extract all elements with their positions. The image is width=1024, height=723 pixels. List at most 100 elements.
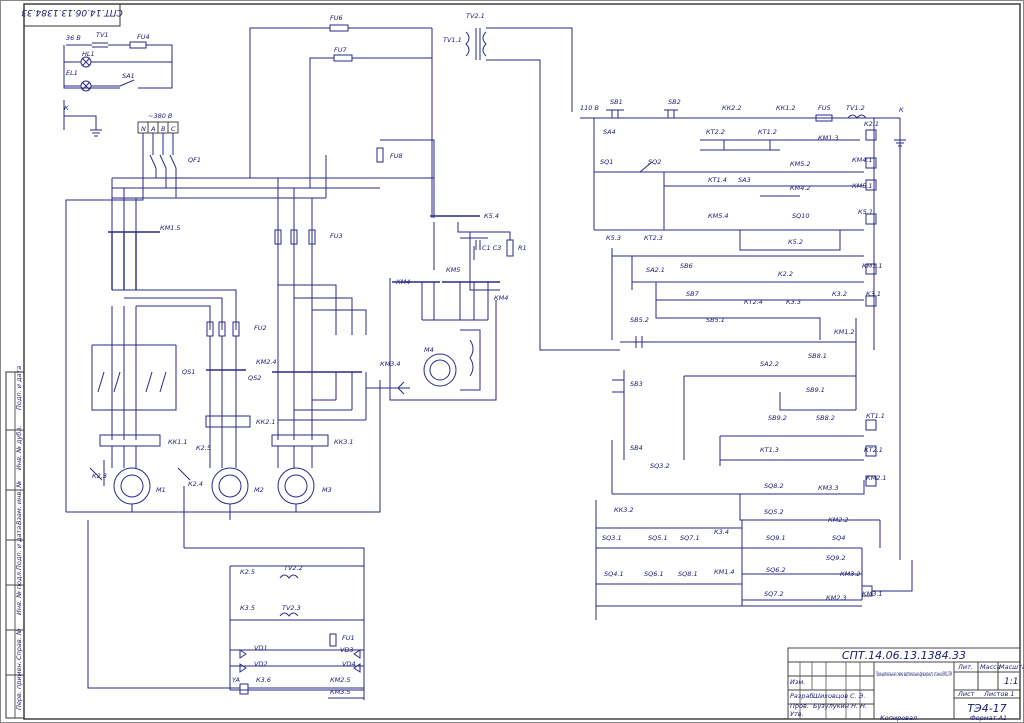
ctrl-km22: КМ2.2 [828,516,849,524]
k54-label: К5.4 [484,212,499,220]
kk21-label: КК2.1 [256,418,276,426]
ctrl-k51: К5.1 [858,208,873,216]
tb-role: Пров. [790,702,809,710]
ctrl-km41: КМ4.1 [852,156,873,164]
fu2-label: FU2 [254,324,267,332]
fu7-label: FU7 [334,46,347,54]
ctrl-sa21: SA2.1 [646,266,665,274]
ctrl-sq82: SQ8.2 [764,482,784,490]
phase-a: A [150,125,155,133]
fu3-label: FU3 [330,232,343,240]
b-vd2: VD2 [254,660,268,668]
ctrl-kt11: КТ1.1 [866,412,885,420]
hl1-label: HL1 [82,50,95,58]
ctrl-kt23: КТ2.3 [644,234,663,242]
tb-row-izm: Изм. [790,678,805,686]
ctrl-fu5: FU5 [818,104,831,112]
ctrl-km23: КМ2.3 [826,594,847,602]
k23-label: К2.3 [92,472,107,480]
ctrl-kt24: КТ2.4 [744,298,763,306]
km5-label: КМ5 [446,266,460,274]
b-tv23: TV2.3 [282,604,301,612]
ctrl-sq41: SQ4.1 [604,570,624,578]
ctrl-sb3: SB3 [630,380,643,388]
ctrl-k53: К5.3 [606,234,621,242]
ctrl-sq72: SQ7.2 [764,590,784,598]
ctrl-km42: КМ4.2 [790,184,811,192]
ctrl-sb6: SB6 [680,262,693,270]
motor-m2-label: М2 [254,486,264,494]
b-ya: YA [232,676,240,684]
motor-m3-label: М3 [322,486,332,494]
ctrl-sb52: SB5.2 [630,316,649,324]
strip-label: Подп. и дата [15,366,23,410]
sheet-outer-frame [0,0,1024,723]
km15-label: КМ1.5 [160,224,181,232]
b-fu1: FU1 [342,634,355,642]
b-tv22: TV2.2 [284,564,303,572]
ctrl-kt21: КТ2.1 [864,446,883,454]
tv1-label: TV1 [96,31,109,39]
v380-label: ~380 В [148,112,173,120]
ctrl-kt13: КТ1.3 [760,446,779,454]
k24-label: К2.4 [188,480,203,488]
ctrl-sq81: SQ8.1 [678,570,698,578]
ctrl-sq2: SQ2 [648,158,661,166]
qs2-label: QS2 [248,374,261,382]
r1-label: R1 [518,244,527,252]
tb-doc-code: СПТ.14.06.13.1384.33 [842,649,966,662]
motor-m1-label: М1 [156,486,166,494]
b-k36: К3.6 [256,676,271,684]
b-km25: КМ2.5 [330,676,351,684]
tb-copied: Копировал [880,714,917,722]
ctrl-kk12: КК1.2 [776,104,796,112]
ctrl-sb1: SB1 [610,98,623,106]
el1-label: EL1 [66,69,78,77]
electrical-schematic-sheet: СПТ.14.06.13.1384.33 Подп. и дата Инв. №… [0,0,1024,723]
ctrl-sq31: SQ3.1 [602,534,622,542]
ctrl-sq51: SQ5.1 [648,534,668,542]
tv21-label: TV2.1 [466,12,485,20]
tb-name: Шиховцов С. Э. [813,692,865,700]
strip-label: Подп. и дата [15,526,23,570]
ctrl-sb81: SB8.1 [808,352,827,360]
ground-label: К [64,104,69,112]
ctrl-sa4: SA4 [603,128,616,136]
ctrl-sb91: SB9.1 [806,386,825,394]
tv11-label: TV1.1 [443,36,462,44]
ctrl-kt14: КТ1.4 [708,176,727,184]
b-vd4: VD4 [342,660,356,668]
kk11-label: КК1.1 [168,438,188,446]
tb-title: Принципиальная схема вертикально-фрезерн… [876,670,952,678]
strip-label: Взам. инв. № [15,481,23,525]
ctrl-km11: КМ1.1 [862,262,883,270]
ctrl-k32: К3.2 [832,290,847,298]
ctrl-km21: КМ2.1 [866,474,887,482]
v110-label: 110 В [580,104,599,112]
tb-lit: Лит. [957,663,973,671]
c13-label: С1 С3 [482,244,501,252]
ctrl-sq61: SQ6.1 [644,570,664,578]
b-km35: КМ3.5 [330,688,351,696]
ctrl-sa3: SA3 [738,176,751,184]
ctrl-k34: К3.4 [714,528,729,536]
ctrl-km54: КМ5.4 [708,212,729,220]
tb-name: Бузулукин Н. Н. [813,702,867,710]
ctrl-kk32: КК3.2 [614,506,634,514]
tb-role: Утв. [790,710,804,718]
tb-scale: 1:1 [1004,677,1018,687]
fu4-label: FU4 [137,33,150,41]
fu6-label: FU6 [330,14,343,22]
ctrl-km12: КМ1.2 [834,328,855,336]
tb-role: Разраб. [790,692,816,700]
ctrl-sb7: SB7 [686,290,700,298]
ctrl-sb51: SB5.1 [706,316,725,324]
ctrl-km13: КМ1.3 [818,134,839,142]
ctrl-k31: К3.1 [866,290,881,298]
ctrl-sq1: SQ1 [600,158,613,166]
strip-label: Инв. № дубл. [15,426,23,470]
tb-sheets: Листов 1 [983,690,1014,698]
ctrl-kk22: КК2.2 [722,104,742,112]
ctrl-sq91: SQ9.1 [766,534,786,542]
phase-b: B [161,125,166,133]
